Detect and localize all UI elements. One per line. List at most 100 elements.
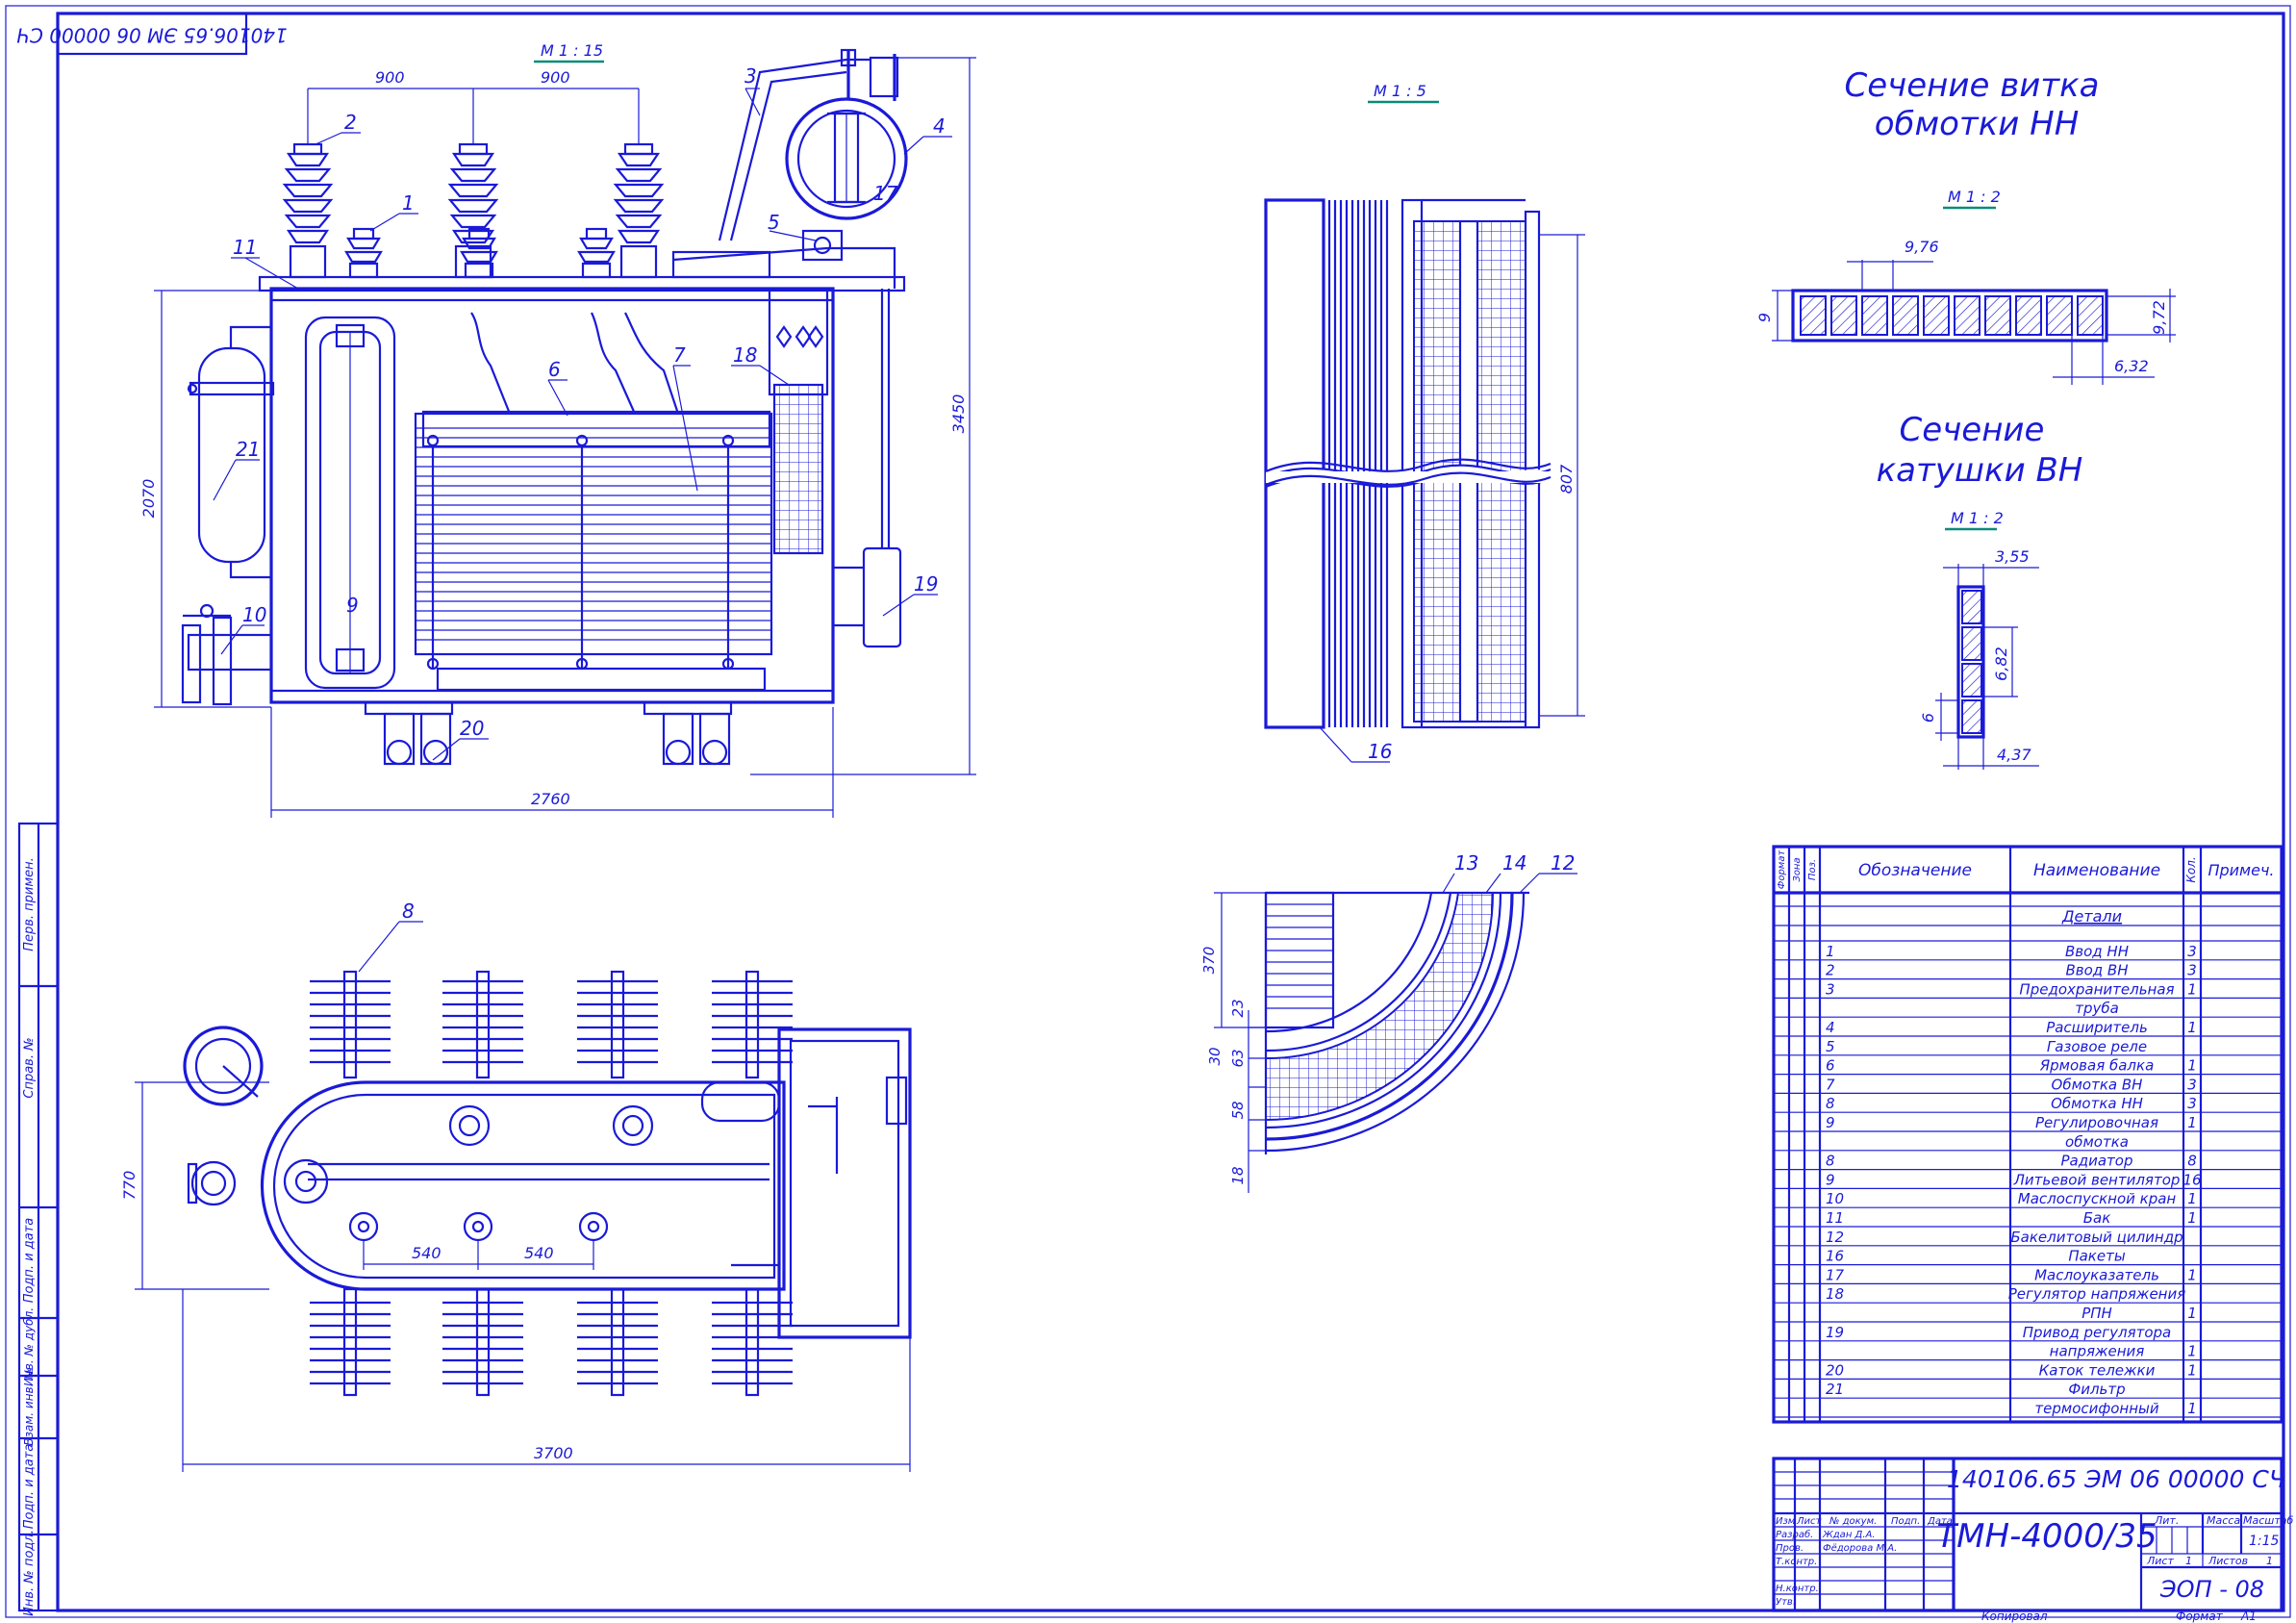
dim-540-b: 540 — [524, 1244, 554, 1262]
spec-rows: 1 Ввод НН 32 Ввод ВН 33 Предохранительная 1тру… — [1774, 943, 2282, 1418]
spec-row-qty: 8 — [2187, 1153, 2197, 1170]
spec-row-name: Обмотка ВН — [2052, 1076, 2143, 1093]
tb-sheets-value: 1 — [2266, 1555, 2273, 1567]
spec-row-name: обмотка — [2065, 1133, 2129, 1151]
tb-mass-label: Масса — [2207, 1514, 2240, 1527]
spec-row-name: Предохранительная — [2019, 980, 2174, 998]
spec-row-name: Маслоуказатель — [2034, 1266, 2159, 1283]
spec-row-name: Ярмовая балка — [2039, 1057, 2155, 1075]
dim-23: 23 — [1229, 999, 1247, 1017]
spec-row-name: Регулировочная — [2035, 1114, 2158, 1131]
side-stamp-7: Инв. № подл. — [22, 1530, 37, 1616]
coil-section-view: М 1 : 5 807 16 — [1264, 82, 1585, 763]
code-stamp-rotated: 140106.65 ЭМ 06 00000 СЧ — [16, 12, 288, 56]
spec-row-pos: 2 — [1826, 962, 1835, 979]
dim-6-82: 6,82 — [1992, 647, 2010, 681]
dim-9-76: 9,76 — [1905, 238, 1939, 256]
spec-row-name: Обмотка НН — [2051, 1095, 2143, 1112]
spec-row-pos: 20 — [1826, 1361, 1844, 1379]
section-lv-view: Сечение витка обмотки НН М 1 : 2 9,76 9 … — [1755, 66, 2176, 385]
spec-section-title: Детали — [2061, 907, 2122, 926]
spec-row-name: Каток тележки — [2039, 1361, 2156, 1379]
spec-header-format: Формат — [1777, 850, 1787, 890]
tank-plan — [183, 1026, 786, 1291]
spec-header-designation: Обозначение — [1858, 861, 1972, 880]
side-stamp-5: Взам. инв. № — [22, 1367, 36, 1445]
spec-header-note: Примеч. — [2208, 861, 2274, 879]
active-part — [414, 312, 773, 692]
radiators-bottom — [310, 1287, 793, 1397]
spec-row-name: Литьевой вентилятор — [2013, 1171, 2181, 1188]
spec-row-qty: 1 — [2187, 1190, 2197, 1207]
tb-code: 140106.65 ЭМ 06 00000 СЧ — [1947, 1465, 2285, 1493]
spec-row-pos: 17 — [1826, 1266, 1845, 1283]
tb-col-doc: № докум. — [1829, 1516, 1877, 1527]
callout-21: 21 — [236, 438, 260, 461]
spec-row-name: Ввод ВН — [2065, 962, 2128, 979]
tb-role-3: Т.контр. — [1776, 1557, 1817, 1567]
spec-row-name: Пакеты — [2068, 1248, 2125, 1265]
spec-row-pos: 4 — [1826, 1019, 1835, 1036]
coil-scale: М 1 : 5 — [1374, 82, 1426, 100]
tb-sheet-label: Лист — [2146, 1555, 2174, 1567]
lv-strands — [1800, 295, 2104, 336]
callout-20: 20 — [460, 717, 484, 740]
hv-bushing-3 — [613, 142, 665, 279]
spec-row-pos: 12 — [1826, 1229, 1844, 1246]
spec-row-qty: 1 — [2187, 1343, 2197, 1360]
tb-sheets-label: Листов — [2208, 1555, 2248, 1567]
spec-row-qty: 3 — [2187, 962, 2197, 979]
filter-and-valve — [181, 325, 275, 706]
spec-row-name: Привод регулятора — [2023, 1324, 2171, 1341]
section-hv-scale: М 1 : 2 — [1951, 509, 2004, 527]
callout-4: 4 — [933, 114, 946, 138]
spec-row-name: Бакелитовый цилиндр — [2010, 1229, 2182, 1246]
spec-row-qty: 3 — [2187, 1095, 2197, 1112]
spec-row-pos: 10 — [1826, 1190, 1844, 1207]
side-stamp-1: Перв. примен. — [22, 857, 37, 951]
spec-row-pos: 16 — [1826, 1248, 1844, 1265]
spec-row-name: Расширитель — [2046, 1019, 2148, 1036]
spec-row-qty: 1 — [2187, 1209, 2197, 1227]
callout-7: 7 — [673, 343, 686, 367]
callout-14: 14 — [1502, 851, 1526, 875]
front-view-scale: М 1 : 15 — [541, 41, 603, 60]
spec-header-qty: Кол. — [2184, 856, 2198, 882]
winding-lines — [416, 427, 771, 641]
tb-role-1: Разраб. — [1776, 1529, 1813, 1540]
spec-row-pos: 18 — [1826, 1285, 1844, 1303]
tb-person-2: Фёдорова М.А. — [1823, 1543, 1897, 1554]
callout-12: 12 — [1551, 851, 1575, 875]
side-stamp-3: Подп. и дата — [22, 1218, 37, 1304]
spec-table: Формат Зона Поз. Обозначение Наименовани… — [1772, 845, 2283, 1424]
callout-9: 9 — [346, 594, 359, 617]
callout-17: 17 — [873, 182, 898, 205]
spec-row-qty: 1 — [2187, 1019, 2197, 1036]
dim-18: 18 — [1229, 1166, 1247, 1184]
tap-changer — [768, 287, 829, 555]
spec-row-name: РПН — [2082, 1305, 2112, 1322]
callout-13: 13 — [1454, 851, 1478, 875]
dim-6-32: 6,32 — [2114, 357, 2149, 375]
callout-5: 5 — [768, 211, 780, 234]
spec-row-pos: 19 — [1826, 1324, 1844, 1341]
spec-row-name: термосифонный — [2034, 1400, 2158, 1417]
tb-sheet-value: 1 — [2185, 1555, 2192, 1567]
dim-3-55: 3,55 — [1995, 547, 2030, 566]
dim-3450: 3450 — [949, 394, 968, 434]
dim-2760: 2760 — [531, 790, 570, 808]
callout-6: 6 — [548, 358, 561, 381]
lv-bushing-1 — [344, 227, 383, 279]
dim-807: 807 — [1557, 464, 1576, 494]
dim-3700: 3700 — [534, 1444, 573, 1462]
dim-770: 770 — [120, 1171, 139, 1201]
spec-row-pos: 9 — [1826, 1171, 1835, 1188]
spec-row-pos: 1 — [1826, 943, 1835, 960]
spec-header-pos: Поз. — [1807, 859, 1818, 880]
spec-row-pos: 9 — [1826, 1114, 1835, 1131]
dim-58: 58 — [1229, 1101, 1247, 1119]
dim-900-b: 900 — [541, 68, 570, 87]
spec-row-name: Ввод НН — [2065, 943, 2129, 960]
side-stamp-column: Перв. примен. Справ. № Подп. и дата Инв.… — [17, 822, 60, 1616]
section-lv-scale: М 1 : 2 — [1948, 188, 2001, 206]
